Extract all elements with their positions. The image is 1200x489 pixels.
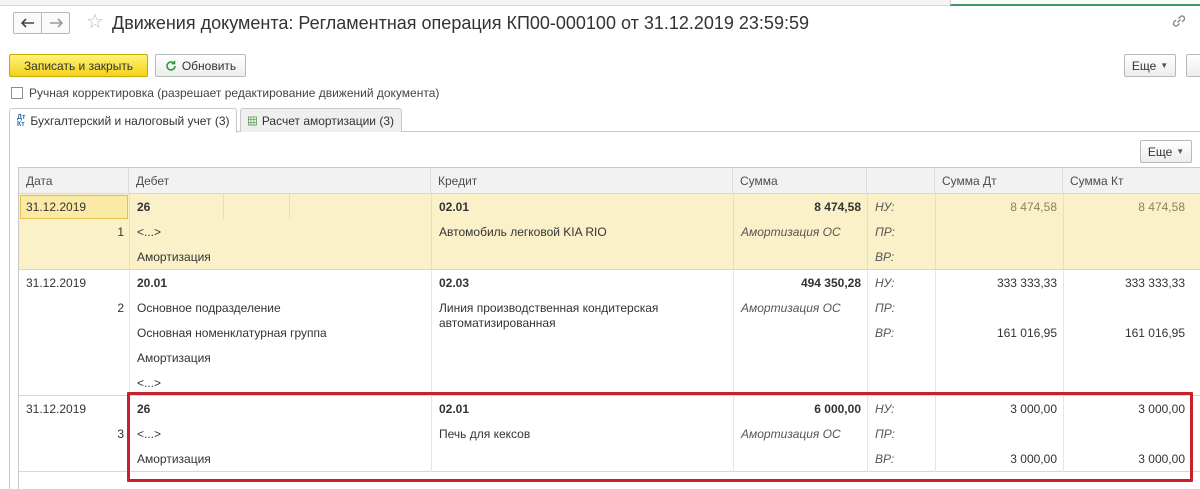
credit-subconto: автоматизированная: [439, 316, 556, 330]
arrow-left-icon: [20, 18, 34, 28]
credit-subconto: Линия производственная кондитерская: [439, 301, 659, 315]
row-number: 1: [117, 225, 124, 239]
column-header-date[interactable]: Дата: [19, 168, 129, 194]
sum-dt-value: 8 474,58: [1010, 200, 1057, 214]
row-date: 31.12.2019: [26, 276, 87, 290]
sum-type: Амортизация ОС: [741, 225, 841, 239]
column-header-sum-kt[interactable]: Сумма Кт: [1063, 168, 1200, 194]
dt-kt-icon: Дт Кт: [17, 114, 26, 128]
sum-kt-value: 161 016,95: [1124, 326, 1185, 340]
pr-label: ПР:: [875, 301, 895, 315]
dropdown-arrow-icon: ▼: [1160, 61, 1169, 70]
more-label: Еще: [1131, 58, 1157, 73]
manual-correction-checkbox[interactable]: [11, 87, 23, 99]
table-header: Дата Дебет Кредит Сумма Сумма Дт Сумма К…: [19, 168, 1200, 194]
grid-more-label: Еще: [1147, 144, 1173, 159]
vr-label: ВР:: [875, 250, 895, 264]
debit-account: 20.01: [137, 276, 168, 290]
sum-type: Амортизация ОС: [741, 301, 841, 315]
debit-subconto: <...>: [137, 376, 162, 390]
refresh-label: Обновить: [181, 58, 237, 73]
debit-subconto: Основная номенклатурная группа: [137, 326, 327, 340]
debit-subconto: Амортизация: [137, 250, 211, 264]
row-sum: 8 474,58: [814, 200, 861, 214]
row-date: 31.12.2019: [26, 402, 87, 416]
manual-correction-label: Ручная корректировка (разрешает редактир…: [29, 86, 440, 100]
table-row[interactable]: 31.12.2019 2 20.01 Основное подразделени…: [19, 270, 1200, 396]
credit-subconto: Автомобиль легковой KIA RIO: [439, 225, 607, 239]
pr-label: ПР:: [875, 225, 895, 239]
save-and-close-button[interactable]: Записать и закрыть: [9, 54, 148, 77]
nu-label: НУ:: [875, 200, 895, 214]
nu-label: НУ:: [875, 276, 895, 290]
sum-kt-value: 333 333,33: [1124, 276, 1185, 290]
sum-dt-value: 161 016,95: [996, 326, 1057, 340]
table-icon: [248, 116, 257, 125]
column-header-type: [867, 168, 935, 194]
column-header-sum-dt[interactable]: Сумма Дт: [935, 168, 1063, 194]
favorite-star-icon[interactable]: ☆: [86, 11, 104, 33]
manual-correction-checkbox-row[interactable]: Ручная корректировка (разрешает редактир…: [11, 86, 439, 100]
link-icon[interactable]: [1170, 12, 1192, 34]
refresh-button[interactable]: Обновить: [155, 54, 246, 77]
debit-subconto: Амортизация: [137, 351, 211, 365]
dropdown-arrow-icon: ▼: [1176, 147, 1185, 156]
more-menu-button[interactable]: Еще ▼: [1124, 54, 1176, 77]
tab-depreciation[interactable]: Расчет амортизации (3): [240, 108, 402, 132]
table-row[interactable]: 31.12.2019 1 26 <...> Амортизация 02.01 …: [19, 194, 1200, 270]
panel-border: [9, 131, 10, 489]
debit-account: 26: [137, 200, 151, 214]
credit-account: 02.03: [439, 276, 470, 290]
back-button[interactable]: [13, 12, 42, 34]
tab-accounting[interactable]: Дт Кт Бухгалтерский и налоговый учет (3): [9, 108, 237, 133]
active-window-tab[interactable]: [950, 0, 1200, 6]
refresh-icon: [166, 60, 176, 71]
row-number: 2: [117, 301, 124, 315]
column-header-debit[interactable]: Дебет: [129, 168, 431, 194]
highlight-frame: [127, 392, 1193, 482]
tab-depreciation-label: Расчет амортизации (3): [261, 113, 394, 128]
row-number: 3: [117, 427, 124, 441]
page-title: Движения документа: Регламентная операци…: [112, 13, 809, 33]
row-sum: 494 350,28: [800, 276, 861, 290]
tab-accounting-label: Бухгалтерский и налоговый учет (3): [30, 114, 230, 128]
column-header-credit[interactable]: Кредит: [431, 168, 733, 194]
forward-button[interactable]: [41, 12, 70, 34]
arrow-right-icon: [49, 18, 63, 28]
sum-kt-value: 8 474,58: [1138, 200, 1185, 214]
vr-label: ВР:: [875, 326, 895, 340]
debit-subconto: Основное подразделение: [137, 301, 281, 315]
sum-dt-value: 333 333,33: [996, 276, 1057, 290]
grid-more-menu-button[interactable]: Еще ▼: [1140, 140, 1192, 163]
row-date: 31.12.2019: [26, 200, 87, 214]
debit-subconto: <...>: [137, 225, 162, 239]
column-header-sum[interactable]: Сумма: [733, 168, 867, 194]
extra-toolbar-button[interactable]: [1186, 54, 1200, 77]
credit-account: 02.01: [439, 200, 470, 214]
